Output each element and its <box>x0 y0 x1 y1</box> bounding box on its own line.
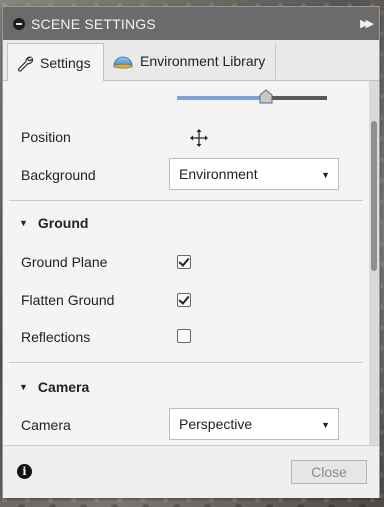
camera-select[interactable]: Perspective ▼ <box>169 408 339 440</box>
tab-settings[interactable]: Settings <box>7 43 104 81</box>
scrollbar[interactable] <box>369 81 379 445</box>
ground-section-header[interactable]: ▼ Ground <box>19 215 88 231</box>
tab-bar: Settings Environment Library <box>3 40 379 81</box>
reflections-checkbox[interactable] <box>177 329 191 343</box>
brightness-slider[interactable] <box>177 89 327 104</box>
position-row: Position <box>21 122 369 152</box>
chevron-down-icon: ▼ <box>321 170 330 180</box>
move-icon[interactable] <box>189 128 209 148</box>
ground-section-title: Ground <box>37 215 89 231</box>
background-select[interactable]: Environment ▼ <box>169 158 339 190</box>
camera-section-header[interactable]: ▼ Camera <box>19 379 89 395</box>
divider <box>9 200 363 201</box>
background-label: Background <box>21 167 96 183</box>
flatten-ground-label: Flatten Ground <box>21 292 115 308</box>
panel-title: SCENE SETTINGS <box>31 15 156 32</box>
collapse-triangle-icon: ▼ <box>19 382 28 392</box>
tab-environment-library-label: Environment Library <box>140 53 266 69</box>
reflections-label: Reflections <box>21 329 91 345</box>
divider <box>9 362 363 363</box>
slider-track <box>266 96 327 100</box>
scrollbar-thumb[interactable] <box>371 121 377 271</box>
flatten-ground-row: Flatten Ground <box>21 285 369 315</box>
slider-thumb[interactable] <box>258 89 274 105</box>
reflections-row: Reflections <box>21 322 369 352</box>
slider-fill <box>177 96 266 100</box>
close-button[interactable]: Close <box>291 460 367 484</box>
ground-plane-checkbox[interactable] <box>177 255 191 269</box>
panel-titlebar[interactable]: SCENE SETTINGS ▶▶ <box>3 7 379 40</box>
tab-settings-label: Settings <box>40 54 91 71</box>
wrench-icon <box>16 54 34 72</box>
settings-content: Position Background Environment ▼ ▼ Grou… <box>3 81 369 445</box>
info-icon[interactable]: i <box>17 464 32 479</box>
camera-section-title: Camera <box>37 379 90 395</box>
ground-plane-label: Ground Plane <box>21 254 108 270</box>
tab-environment-library[interactable]: Environment Library <box>104 43 276 79</box>
position-label: Position <box>21 129 71 145</box>
dome-icon <box>112 53 134 69</box>
camera-select-value: Perspective <box>179 416 253 432</box>
expand-arrows-icon[interactable]: ▶▶ <box>360 17 374 30</box>
chevron-down-icon: ▼ <box>321 420 330 430</box>
collapse-icon[interactable] <box>13 17 25 30</box>
flatten-ground-checkbox[interactable] <box>177 293 191 307</box>
panel-footer: i Close <box>3 445 379 498</box>
ground-plane-row: Ground Plane <box>21 247 369 277</box>
collapse-triangle-icon: ▼ <box>19 218 28 228</box>
background-select-value: Environment <box>179 166 258 182</box>
camera-label: Camera <box>21 417 71 433</box>
scene-settings-panel: SCENE SETTINGS ▶▶ Settings Environment L… <box>2 6 380 498</box>
